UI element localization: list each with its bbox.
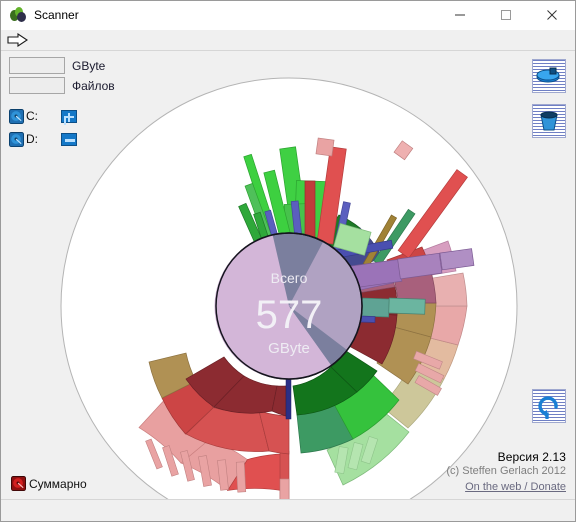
drive-list: C: D:: [9, 106, 161, 149]
blue-refresh-icon: [538, 396, 558, 419]
footer-info: Версия 2.13 (c) Steffen Gerlach 2012 On …: [446, 450, 566, 495]
legend-label: Суммарно: [29, 476, 87, 491]
gbyte-field[interactable]: [9, 57, 65, 74]
drive-label-d: D:: [26, 132, 38, 146]
blue-trash-icon: [540, 111, 558, 131]
maximize-icon: [501, 10, 511, 20]
hard-disk-icon: [9, 131, 24, 147]
files-field[interactable]: [9, 77, 65, 94]
toolbar: [1, 30, 575, 51]
center-unit-label: GByte: [268, 340, 310, 357]
version-text: Версия 2.13: [497, 450, 566, 464]
bar-plus-icon[interactable]: [61, 109, 77, 123]
legend[interactable]: Суммарно: [11, 476, 87, 491]
files-field-label: Файлов: [72, 78, 115, 93]
client-area: Всего 577 GByte GByte Файлов C: D: Сумма…: [1, 51, 575, 499]
app-icon: [9, 6, 27, 24]
maximize-button[interactable]: [483, 1, 529, 30]
title-bar: Scanner: [1, 1, 575, 30]
copyright-text: (c) Steffen Gerlach 2012: [446, 465, 566, 477]
files-field-row: Файлов: [9, 77, 161, 94]
hard-disk-icon: [9, 108, 24, 124]
drive-label-c: C:: [26, 109, 38, 123]
drive-row-c[interactable]: C:: [9, 106, 161, 126]
drive-row-d[interactable]: D:: [9, 129, 161, 149]
open-drive-button[interactable]: [532, 59, 566, 93]
arrow-right-outline-icon: [7, 33, 28, 47]
status-bar: [1, 499, 575, 521]
recycle-bin-button[interactable]: [532, 104, 566, 138]
left-panel: GByte Файлов C: D:: [1, 51, 161, 152]
web-donate-link[interactable]: On the web / Donate: [465, 481, 566, 493]
close-icon: [547, 10, 557, 20]
close-button[interactable]: [529, 1, 575, 30]
red-disk-icon: [11, 476, 26, 491]
scanner-window: Scanner Всего 577 GByte GByte Файлов C: …: [0, 0, 576, 522]
bar-minus-icon[interactable]: [61, 132, 77, 146]
window-title: Scanner: [34, 8, 79, 22]
go-up-button[interactable]: [5, 31, 31, 50]
minimize-icon: [455, 14, 465, 16]
center-total-label: Всего: [271, 270, 308, 286]
blue-disk-icon: [536, 67, 560, 83]
center-total-value: 577: [256, 293, 323, 337]
refresh-button[interactable]: [532, 389, 566, 423]
gbyte-field-label: GByte: [72, 58, 106, 73]
gbyte-field-row: GByte: [9, 57, 161, 74]
minimize-button[interactable]: [437, 1, 483, 30]
